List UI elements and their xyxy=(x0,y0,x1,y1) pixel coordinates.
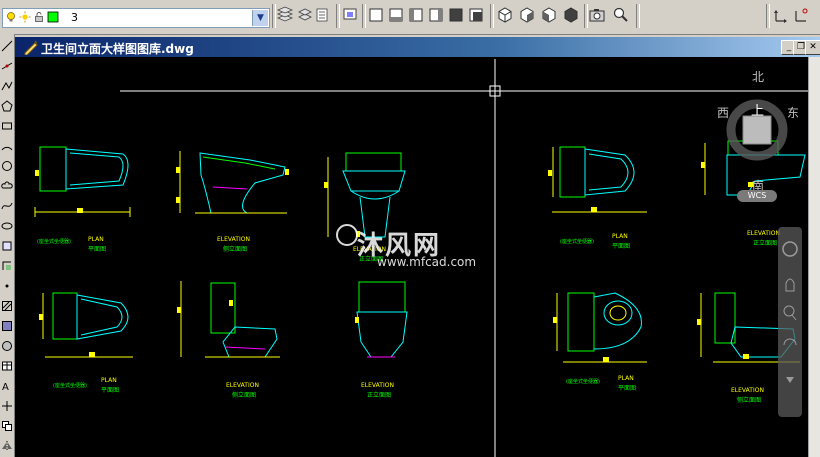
label-title: ELEVATION xyxy=(731,387,764,394)
toilet-plan-2 xyxy=(548,146,647,213)
viewcube-north[interactable]: 北 xyxy=(752,68,764,85)
point-icon[interactable] xyxy=(1,280,13,292)
watermark-logo xyxy=(336,224,358,246)
view-top-icon[interactable] xyxy=(367,6,385,24)
label-title: PLAN xyxy=(88,236,104,243)
window-titlebar[interactable]: 卫生间立面大样图图库.dwg _ ❐ ✕ xyxy=(15,37,820,57)
model-space-canvas[interactable]: (座坐式坐便器) PLAN 平面图 ELEVATION 侧立面图 ELEVATI… xyxy=(15,57,808,457)
color-swatch-icon[interactable] xyxy=(47,11,59,23)
toilet-elevation-4 xyxy=(177,281,280,358)
view-right-icon[interactable] xyxy=(427,6,445,24)
drawing-window: 卫生间立面大样图图库.dwg _ ❐ ✕ (座坐式坐便器) PLAN 平面图 E… xyxy=(15,37,820,457)
copy-icon[interactable] xyxy=(1,420,13,432)
label-sub: 正立面图 xyxy=(367,392,392,399)
arc-icon[interactable] xyxy=(1,140,13,152)
draw-toolbar: A xyxy=(0,34,15,457)
wcs-menu[interactable]: WCS xyxy=(737,190,777,202)
move-icon[interactable] xyxy=(1,400,13,412)
label-title: PLAN xyxy=(101,377,117,384)
ucs-icon[interactable] xyxy=(772,6,790,24)
close-button[interactable]: ✕ xyxy=(805,40,820,55)
dropdown-icon[interactable]: ▼ xyxy=(252,10,268,26)
pan-hand-icon xyxy=(785,278,795,292)
revcloud-icon[interactable] xyxy=(1,180,13,192)
bulb-icon[interactable] xyxy=(5,11,17,23)
named-views-icon[interactable] xyxy=(342,6,360,24)
line-icon[interactable] xyxy=(1,40,13,52)
showmotion-icon xyxy=(786,377,794,383)
label-title: ELEVATION xyxy=(747,230,780,237)
view-front-icon[interactable] xyxy=(447,6,465,24)
gradient-icon[interactable] xyxy=(1,320,13,332)
sw-iso-icon[interactable] xyxy=(496,6,514,24)
table-icon[interactable] xyxy=(1,360,13,372)
watermark-url: www.mfcad.com xyxy=(377,255,477,269)
layer-previous-icon[interactable] xyxy=(296,6,314,24)
view-left-icon[interactable] xyxy=(407,6,425,24)
ucs-origin-icon[interactable] xyxy=(792,6,810,24)
xline-icon[interactable] xyxy=(1,60,13,72)
toilet-elevation-1 xyxy=(176,151,289,214)
label-title: PLAN xyxy=(612,233,628,240)
label-note: (座坐式坐便器) xyxy=(53,383,87,389)
steering-wheel-icon xyxy=(782,241,798,257)
hatch-icon[interactable] xyxy=(1,300,13,312)
polygon-icon[interactable] xyxy=(1,100,13,112)
nw-iso-icon[interactable] xyxy=(562,6,580,24)
dwg-file-icon xyxy=(24,40,38,55)
viewcube-west[interactable]: 西 xyxy=(717,104,729,121)
label-note: (座坐式坐便器) xyxy=(566,379,600,385)
view-back-icon[interactable] xyxy=(467,6,485,24)
zoom-nav-icon xyxy=(783,305,795,317)
nav-icons xyxy=(782,241,798,383)
toilet-plan-3 xyxy=(39,292,133,358)
camera-icon[interactable] xyxy=(588,6,606,24)
viewcube-top-face[interactable]: 上 xyxy=(751,100,764,119)
zoom-icon[interactable] xyxy=(612,6,630,24)
orbit-icon xyxy=(783,338,797,346)
insert-block-icon[interactable] xyxy=(1,240,13,252)
se-iso-icon[interactable] xyxy=(518,6,536,24)
mtext-icon[interactable]: A xyxy=(1,380,13,392)
label-sub: 侧立面图 xyxy=(737,397,762,404)
vertical-scrollbar[interactable] xyxy=(808,57,820,457)
viewcube-east[interactable]: 东 xyxy=(787,104,799,121)
label-title: ELEVATION xyxy=(361,382,394,389)
label-sub: 正立面图 xyxy=(753,240,778,247)
lock-icon[interactable] xyxy=(33,11,45,23)
svg-text:A: A xyxy=(2,382,9,392)
view-bottom-icon[interactable] xyxy=(387,6,405,24)
label-title: ELEVATION xyxy=(217,236,250,243)
mirror-icon[interactable] xyxy=(1,440,13,452)
toilet-elevation-5 xyxy=(355,281,408,358)
region-icon[interactable] xyxy=(1,340,13,352)
label-sub: 平面图 xyxy=(618,385,637,392)
window-title: 卫生间立面大样图图库.dwg xyxy=(41,42,194,56)
navigation-bar[interactable] xyxy=(778,227,802,417)
make-block-icon[interactable] xyxy=(1,260,13,272)
layer-states-icon[interactable] xyxy=(314,6,332,24)
label-sub: 平面图 xyxy=(101,387,120,394)
label-sub: 平面图 xyxy=(612,243,631,250)
top-toolbar: 3 ▼ xyxy=(0,0,820,35)
sun-icon[interactable] xyxy=(19,11,31,23)
layer-manager-icon[interactable] xyxy=(276,6,294,24)
label-note: (座坐式坐便器) xyxy=(560,239,594,245)
toilet-plan-1 xyxy=(34,146,131,217)
rectangle-icon[interactable] xyxy=(1,120,13,132)
layer-name: 3 xyxy=(71,11,78,24)
ne-iso-icon[interactable] xyxy=(540,6,558,24)
label-note: (座坐式坐便器) xyxy=(37,239,71,245)
layer-combo[interactable]: 3 ▼ xyxy=(2,8,270,28)
spline-icon[interactable] xyxy=(1,200,13,212)
label-title: PLAN xyxy=(618,375,634,382)
label-sub: 平面图 xyxy=(88,246,107,253)
label-sub: 侧立面图 xyxy=(232,392,257,399)
toilet-plan-4 xyxy=(553,292,647,363)
label-title: ELEVATION xyxy=(226,382,259,389)
ellipse-icon[interactable] xyxy=(1,220,13,232)
polyline-icon[interactable] xyxy=(1,80,13,92)
label-sub: 侧立面图 xyxy=(223,246,248,253)
circle-icon[interactable] xyxy=(1,160,13,172)
